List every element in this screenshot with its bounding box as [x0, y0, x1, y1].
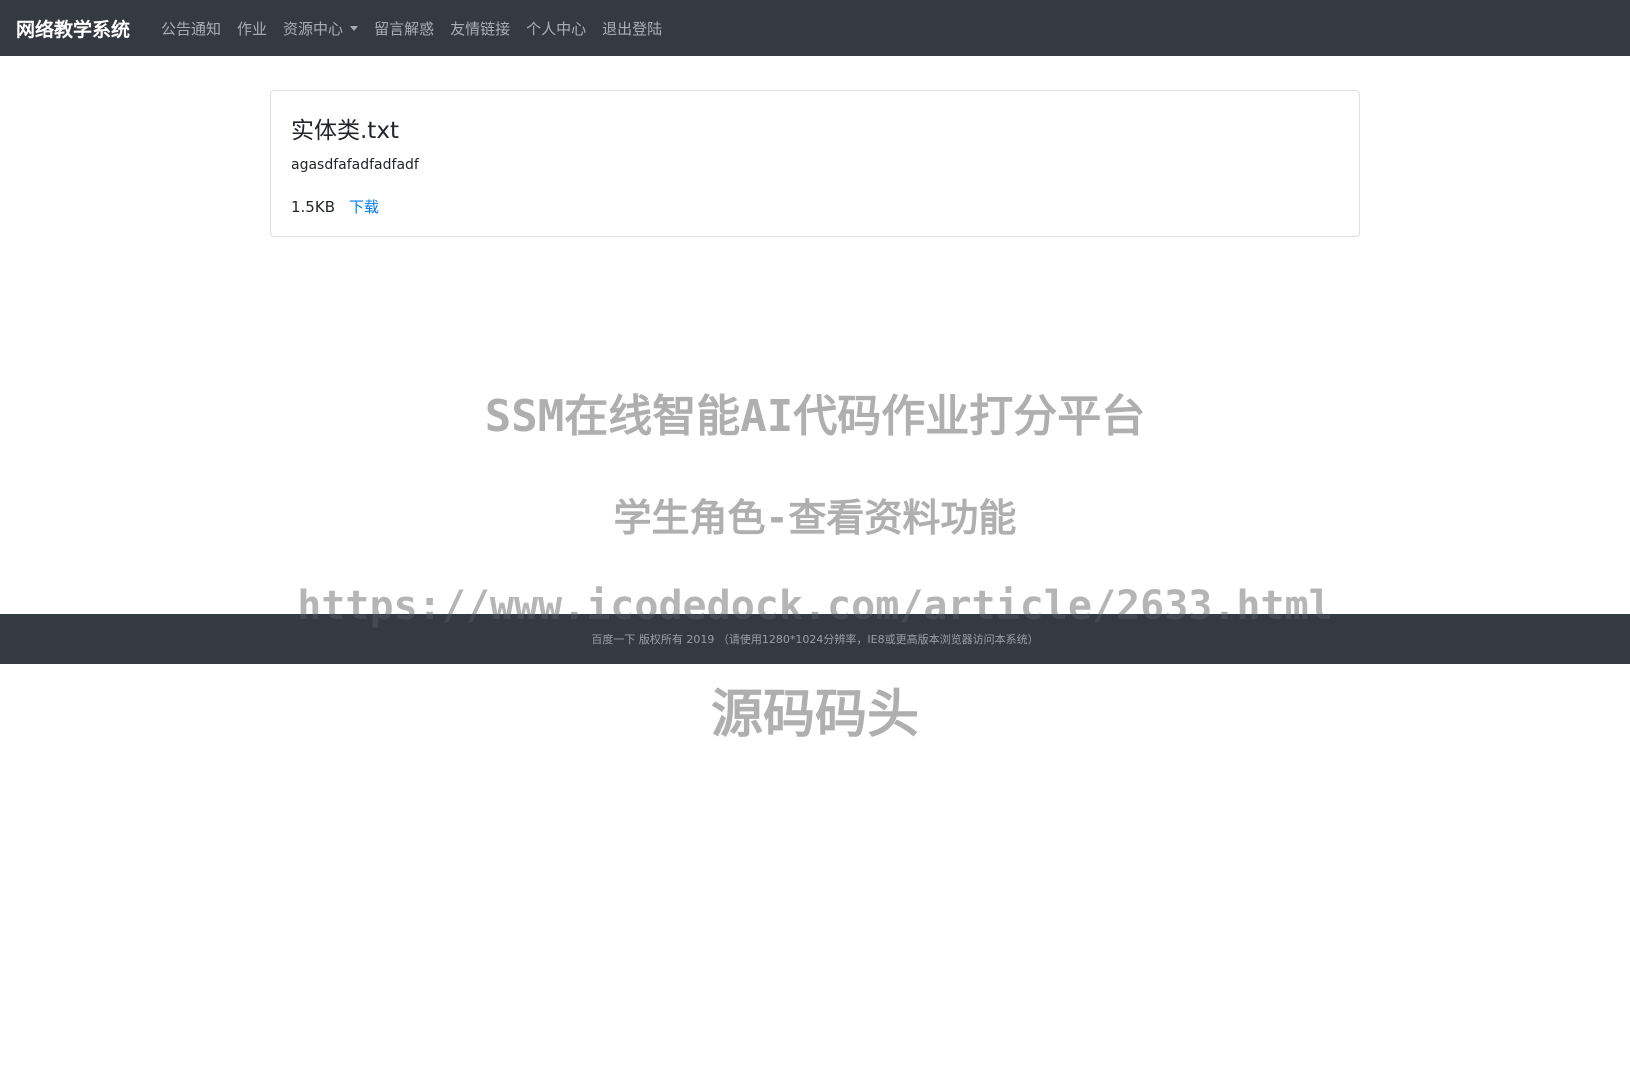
nav-item-label: 资源中心: [283, 19, 344, 38]
caret-down-icon: [350, 25, 359, 31]
nav-item-logout[interactable]: 退出登陆: [594, 18, 670, 39]
footer: 百度一下 版权所有 2019 （请使用1280*1024分辨率，IE8或更高版本…: [0, 614, 1630, 664]
download-link[interactable]: 下载: [349, 196, 379, 217]
nav-item-label: 留言解惑: [374, 19, 435, 38]
nav-item-messages[interactable]: 留言解惑: [366, 18, 442, 39]
page: 网络教学系统 公告通知 作业 资源中心 留言解惑 友情链接 个人中心 退出登陆 …: [0, 0, 1630, 1077]
nav-item-homework[interactable]: 作业: [229, 18, 275, 39]
watermark-title: SSM在线智能AI代码作业打分平台: [484, 391, 1146, 442]
nav-item-friend-links[interactable]: 友情链接: [442, 18, 518, 39]
nav-item-label: 公告通知: [161, 19, 222, 38]
nav-item-personal-center[interactable]: 个人中心: [518, 18, 594, 39]
nav-item-label: 友情链接: [450, 19, 511, 38]
nav-menu: 公告通知 作业 资源中心 留言解惑 友情链接 个人中心 退出登陆: [153, 18, 670, 39]
file-size: 1.5KB: [291, 197, 335, 216]
resource-card: 实体类.txt agasdfafadfadfadf 1.5KB 下载: [270, 90, 1360, 237]
nav-item-label: 退出登陆: [602, 19, 663, 38]
nav-item-label: 作业: [237, 19, 268, 38]
resource-description: agasdfafadfadfadf: [291, 157, 419, 173]
watermark-subtitle: 学生角色-查看资料功能: [613, 496, 1017, 540]
nav-item-resource-center-dropdown[interactable]: 资源中心: [275, 18, 366, 39]
watermark-site-name: 源码码头: [710, 685, 919, 745]
resource-title: 实体类.txt: [291, 118, 399, 144]
top-navbar: 网络教学系统 公告通知 作业 资源中心 留言解惑 友情链接 个人中心 退出登陆: [0, 0, 1630, 56]
resource-meta: 1.5KB 下载: [291, 196, 379, 217]
footer-copyright: 百度一下 版权所有 2019 （请使用1280*1024分辨率，IE8或更高版本…: [591, 633, 1039, 646]
nav-item-label: 个人中心: [526, 19, 587, 38]
brand-logo[interactable]: 网络教学系统: [16, 15, 130, 42]
nav-item-announcements[interactable]: 公告通知: [153, 18, 229, 39]
